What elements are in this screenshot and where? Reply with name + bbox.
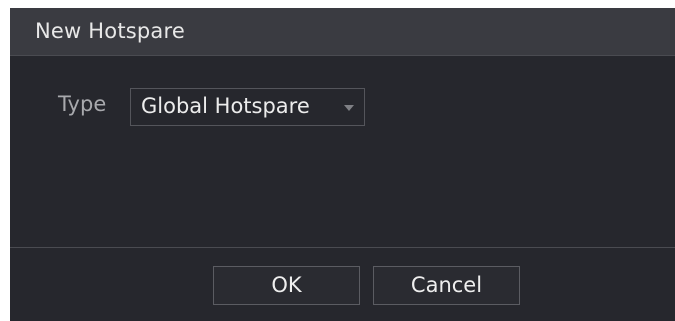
dialog-titlebar: New Hotspare — [10, 8, 675, 56]
type-dropdown-value: Global Hotspare — [141, 94, 310, 118]
chevron-down-icon — [344, 105, 354, 111]
footer-divider — [10, 247, 675, 248]
ok-button[interactable]: OK — [213, 266, 360, 305]
type-dropdown[interactable]: Global Hotspare — [130, 88, 365, 126]
cancel-button[interactable]: Cancel — [373, 266, 520, 305]
new-hotspare-dialog: New Hotspare Type Global Hotspare OK Can… — [10, 8, 675, 321]
dialog-title: New Hotspare — [35, 19, 185, 43]
type-label: Type — [58, 92, 107, 116]
